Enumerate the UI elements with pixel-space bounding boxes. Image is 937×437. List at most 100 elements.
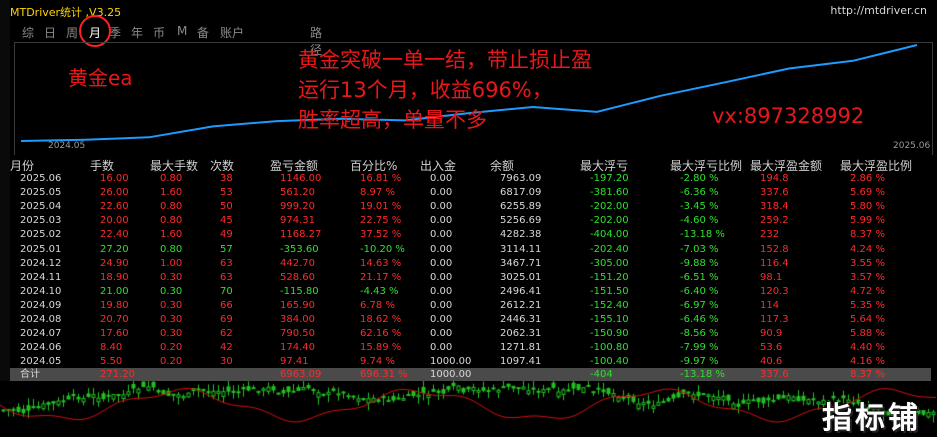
cell-max-lots: 0.30 <box>160 299 183 311</box>
cell-percent: -4.43 % <box>360 285 399 297</box>
table-row[interactable]: 2025.03 20.00 0.80 45 974.31 22.75 % 0.00 5256.… <box>10 214 931 228</box>
table-row[interactable]: 2024.10 21.00 0.30 70 -115.80 -4.43 % 0.00 2496… <box>10 285 931 299</box>
tab-year[interactable]: 年 <box>131 24 143 41</box>
cell-max-float-profit: 117.3 <box>760 314 789 325</box>
cell-max-float-loss: -197.20 <box>590 173 629 184</box>
cell-max-lots: 0.30 <box>160 328 183 340</box>
cell-percent: 21.17 % <box>360 271 402 283</box>
total-max-float-profit: 337.6 <box>760 369 789 380</box>
cell-max-lots: 0.30 <box>160 285 183 297</box>
tab-currency[interactable]: 币 <box>153 24 165 41</box>
cell-deposit: 0.00 <box>430 314 453 325</box>
cell-max-float-profit: 120.3 <box>760 285 789 297</box>
cell-max-float-profit: 53.6 <box>760 342 783 354</box>
total-profit: 6963.09 <box>280 369 322 380</box>
cell-max-float-profit: 337.6 <box>760 187 789 199</box>
table-row[interactable]: 2025.01 27.20 0.80 57 -353.60 -10.20 % 0.00 311… <box>10 243 931 257</box>
overlay-ea-label: 黄金ea <box>68 66 133 90</box>
cell-count: 45 <box>220 215 233 227</box>
cell-max-float-profit-ratio: 5.80 % <box>850 201 885 213</box>
cell-balance: 2062.31 <box>500 328 542 340</box>
cell-percent: 15.89 % <box>360 342 402 354</box>
cell-max-float-profit-ratio: 5.99 % <box>850 215 885 227</box>
cell-month: 2024.08 <box>20 314 62 325</box>
cell-max-float-loss-ratio: -6.97 % <box>680 299 719 311</box>
table-row[interactable]: 2025.04 22.60 0.80 50 999.20 19.01 % 0.00 6255.… <box>10 200 931 214</box>
cell-max-lots: 0.80 <box>160 173 183 184</box>
tab-week[interactable]: 周 <box>66 24 78 41</box>
cell-month: 2025.06 <box>20 173 62 184</box>
cell-max-float-loss: -100.80 <box>590 342 629 354</box>
cell-month: 2025.03 <box>20 215 62 227</box>
cell-lots: 21.00 <box>100 285 129 297</box>
cell-max-float-profit-ratio: 3.55 % <box>850 257 885 269</box>
tab-backup[interactable]: 备 <box>197 24 209 41</box>
cell-balance: 3025.01 <box>500 271 542 283</box>
tab-account[interactable]: 账户 <box>220 24 244 41</box>
cell-max-lots: 0.30 <box>160 271 183 283</box>
cell-month: 2024.12 <box>20 257 62 269</box>
cell-max-float-loss: -305.00 <box>590 257 629 269</box>
table-row[interactable]: 2024.06 8.40 0.20 42 174.40 15.89 % 0.00 1271.8… <box>10 341 931 355</box>
cell-profit: -353.60 <box>280 243 319 255</box>
cell-count: 49 <box>220 229 233 241</box>
cell-max-float-loss-ratio: -7.03 % <box>680 243 719 255</box>
cell-profit: 528.60 <box>280 271 315 283</box>
overlay-line-2: 运行13个月，收益696%， <box>298 78 553 102</box>
cell-max-float-profit-ratio: 4.72 % <box>850 285 885 297</box>
website-link[interactable]: http://mtdriver.cn <box>830 4 927 17</box>
cell-month: 2024.07 <box>20 328 62 340</box>
cell-profit: 165.90 <box>280 299 315 311</box>
cell-percent: 6.78 % <box>360 299 395 311</box>
cell-month: 2024.10 <box>20 285 62 297</box>
cell-balance: 5256.69 <box>500 215 542 227</box>
cell-count: 62 <box>220 328 233 340</box>
cell-percent: 37.52 % <box>360 229 402 241</box>
table-row[interactable]: 2024.08 20.70 0.30 69 384.00 18.62 % 0.00 2446.… <box>10 313 931 327</box>
cell-deposit: 0.00 <box>430 299 453 311</box>
cell-deposit: 0.00 <box>430 285 453 297</box>
table-row[interactable]: 2024.11 18.90 0.30 63 528.60 21.17 % 0.00 3025.… <box>10 271 931 285</box>
cell-lots: 18.90 <box>100 271 129 283</box>
cell-count: 53 <box>220 187 233 199</box>
cell-max-float-loss: -202.00 <box>590 201 629 213</box>
total-month: 合计 <box>20 369 40 380</box>
cell-deposit: 0.00 <box>430 187 453 199</box>
table-row[interactable]: 2024.07 17.60 0.30 62 790.50 62.16 % 0.00 2062.… <box>10 327 931 341</box>
table-row[interactable]: 2025.05 26.00 1.60 53 561.20 8.97 % 0.00 6817.0… <box>10 186 931 200</box>
cell-balance: 3114.11 <box>500 243 542 255</box>
cell-month: 2025.02 <box>20 229 62 241</box>
cell-deposit: 0.00 <box>430 215 453 227</box>
cell-balance: 3467.71 <box>500 257 542 269</box>
cell-max-float-profit: 259.2 <box>760 215 789 227</box>
cell-profit: 1146.00 <box>280 173 322 184</box>
table-row[interactable]: 2025.06 16.00 0.80 38 1146.00 16.81 % 0.00 7963… <box>10 172 931 186</box>
cell-month: 2025.04 <box>20 201 62 213</box>
tab-day[interactable]: 日 <box>44 24 56 41</box>
cell-balance: 2496.41 <box>500 285 542 297</box>
cell-percent: 62.16 % <box>360 328 402 340</box>
cell-max-float-loss: -151.50 <box>590 285 629 297</box>
cell-max-lots: 1.60 <box>160 229 183 241</box>
table-row[interactable]: 2025.02 22.40 1.60 49 1168.27 37.52 % 0.00 4282… <box>10 228 931 242</box>
cell-percent: -10.20 % <box>360 243 405 255</box>
tab-summary[interactable]: 综 <box>22 24 34 41</box>
cell-max-float-loss: -381.60 <box>590 187 629 199</box>
table-row[interactable]: 2024.09 19.80 0.30 66 165.90 6.78 % 0.00 2612.2… <box>10 299 931 313</box>
cell-month: 2024.11 <box>20 271 62 283</box>
tab-magic[interactable]: M <box>177 24 187 38</box>
cell-lots: 26.00 <box>100 187 129 199</box>
cell-max-float-profit: 114 <box>760 299 780 311</box>
cell-lots: 22.40 <box>100 229 129 241</box>
cell-max-float-profit: 116.4 <box>760 257 789 269</box>
table-row[interactable]: 2024.12 24.90 1.00 63 442.70 14.63 % 0.00 3467.… <box>10 257 931 271</box>
cell-max-float-profit-ratio: 8.37 % <box>850 229 885 241</box>
cell-max-float-loss-ratio: -7.99 % <box>680 342 719 354</box>
cell-deposit: 0.00 <box>430 271 453 283</box>
cell-lots: 22.60 <box>100 201 129 213</box>
x-axis-start-label: 2024.05 <box>48 141 86 151</box>
cell-max-float-loss: -202.40 <box>590 243 629 255</box>
cell-max-float-loss: -202.00 <box>590 215 629 227</box>
watermark-brand: 指标铺 <box>822 401 921 436</box>
cell-deposit: 0.00 <box>430 229 453 241</box>
